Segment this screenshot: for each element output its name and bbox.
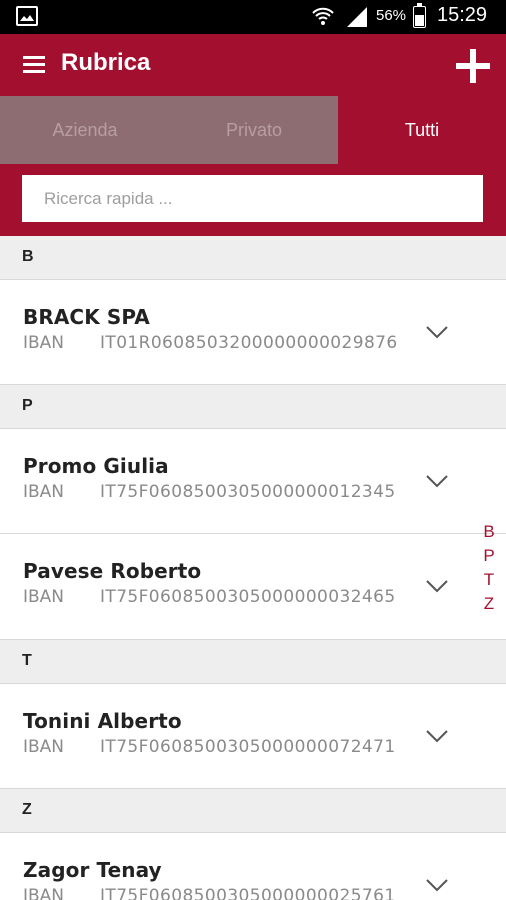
iban-value: IT01R0608503200000000029876	[100, 333, 398, 353]
plus-icon[interactable]	[456, 49, 490, 83]
iban-value: IT75F0608500305000000025761	[100, 886, 396, 900]
battery-icon	[413, 3, 426, 28]
search-input[interactable]	[22, 175, 483, 222]
alphabet-index: B P T Z	[480, 522, 498, 618]
gallery-notification-icon	[16, 6, 38, 26]
index-letter-p[interactable]: P	[480, 546, 498, 570]
iban-label: IBAN	[23, 333, 65, 353]
contact-name: Zagor Tenay	[23, 858, 162, 882]
cell-signal-icon	[345, 6, 369, 32]
page-title: Rubrica	[61, 49, 151, 76]
battery-percent: 56%	[376, 7, 407, 24]
contact-row[interactable]: BRACK SPA IBAN IT01R06085032000000000298…	[0, 280, 506, 385]
section-header-p: P	[0, 385, 506, 429]
contact-name: Pavese Roberto	[23, 559, 202, 583]
chevron-down-icon[interactable]	[425, 878, 449, 892]
contact-name: Tonini Alberto	[23, 709, 182, 733]
index-letter-t[interactable]: T	[480, 570, 498, 594]
section-letter: Z	[22, 801, 32, 818]
hamburger-menu-icon[interactable]	[23, 56, 45, 73]
iban-value: IT75F0608500305000000072471	[100, 737, 396, 757]
iban-label: IBAN	[23, 587, 65, 607]
tab-azienda[interactable]: Azienda	[0, 96, 170, 164]
iban-label: IBAN	[23, 482, 65, 502]
contact-row[interactable]: Zagor Tenay IBAN IT75F060850030500000002…	[0, 833, 506, 900]
index-letter-z[interactable]: Z	[480, 594, 498, 618]
section-letter: T	[22, 652, 32, 669]
chevron-down-icon[interactable]	[425, 579, 449, 593]
battery-level-fill	[415, 14, 424, 26]
contact-row[interactable]: Promo Giulia IBAN IT75F06085003050000000…	[0, 429, 506, 534]
status-bar: 56% 15:29	[0, 0, 506, 34]
section-letter: B	[22, 248, 34, 265]
section-letter: P	[22, 397, 33, 414]
contact-name: Promo Giulia	[23, 454, 169, 478]
contact-name: BRACK SPA	[23, 305, 150, 329]
chevron-down-icon[interactable]	[425, 729, 449, 743]
iban-label: IBAN	[23, 886, 65, 900]
section-header-t: T	[0, 640, 506, 684]
section-header-b: B	[0, 236, 506, 280]
iban-label: IBAN	[23, 737, 65, 757]
contact-row[interactable]: Pavese Roberto IBAN IT75F060850030500000…	[0, 534, 506, 640]
chevron-down-icon[interactable]	[425, 474, 449, 488]
contact-row[interactable]: Tonini Alberto IBAN IT75F060850030500000…	[0, 684, 506, 789]
iban-value: IT75F0608500305000000012345	[100, 482, 396, 502]
tab-privato[interactable]: Privato	[170, 96, 338, 164]
iban-value: IT75F0608500305000000032465	[100, 587, 396, 607]
tab-bar: Azienda Privato Tutti	[0, 96, 506, 164]
index-letter-b[interactable]: B	[480, 522, 498, 546]
app-bar: Rubrica	[0, 34, 506, 96]
clock: 15:29	[437, 4, 488, 26]
wifi-icon	[311, 5, 335, 31]
search-bar	[0, 164, 506, 236]
tab-tutti[interactable]: Tutti	[338, 96, 506, 164]
section-header-z: Z	[0, 789, 506, 833]
chevron-down-icon[interactable]	[425, 325, 449, 339]
